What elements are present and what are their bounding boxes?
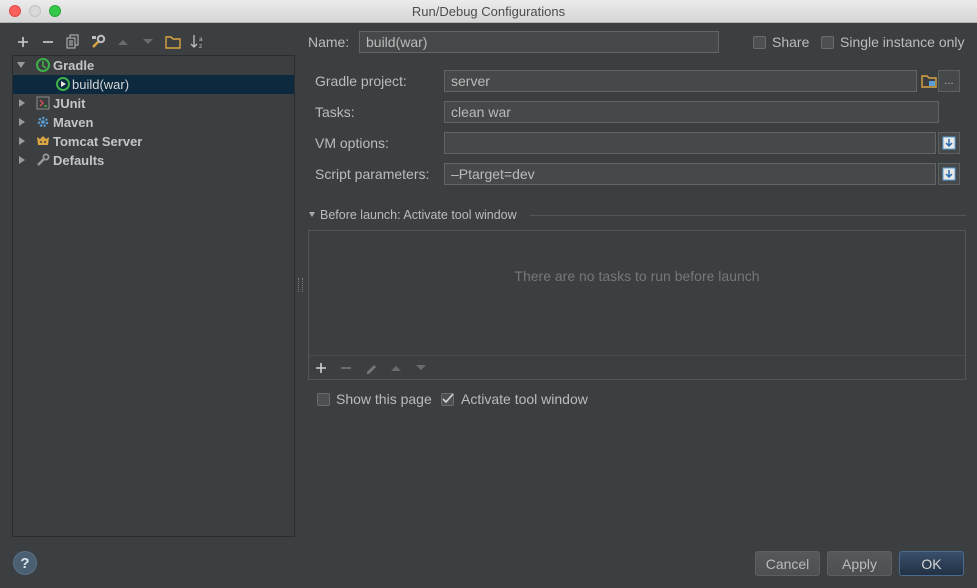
checkmark-icon (442, 393, 454, 404)
tree-item-gradle[interactable]: Gradle (13, 56, 294, 75)
expand-vm-options-icon[interactable] (938, 132, 960, 154)
single-instance-checkbox[interactable] (821, 36, 834, 49)
script-parameters-field[interactable]: –Ptarget=dev (444, 163, 936, 185)
sort-icon[interactable]: az (189, 33, 207, 51)
remove-icon[interactable] (39, 33, 57, 51)
move-task-down-icon[interactable] (412, 359, 430, 377)
copy-icon[interactable] (64, 33, 82, 51)
add-task-icon[interactable] (312, 359, 330, 377)
activate-tool-window-checkbox[interactable] (441, 393, 454, 406)
ok-button[interactable]: OK (899, 551, 964, 576)
svg-text:z: z (199, 43, 202, 50)
tree-item-defaults[interactable]: Defaults (13, 151, 294, 170)
share-checkbox[interactable] (753, 36, 766, 49)
section-divider (530, 215, 966, 216)
activate-tool-window-label: Activate tool window (461, 391, 588, 407)
expand-script-parameters-icon[interactable] (938, 163, 960, 185)
select-project-folder-icon[interactable] (918, 70, 940, 92)
panel-splitter[interactable] (298, 278, 303, 292)
share-label: Share (772, 34, 810, 50)
browse-ellipsis-button[interactable]: ... (938, 70, 960, 92)
before-launch-title[interactable]: Before launch: Activate tool window (320, 208, 517, 222)
cancel-button[interactable]: Cancel (755, 551, 820, 576)
tasks-field[interactable]: clean war (444, 101, 939, 123)
collapsed-arrow-icon[interactable] (19, 99, 25, 107)
tomcat-icon (36, 134, 50, 148)
collapsed-arrow-icon[interactable] (19, 137, 25, 145)
tree-item-label: Gradle (53, 58, 95, 73)
tree-item-label: build(war) (72, 77, 130, 92)
collapsed-arrow-icon[interactable] (19, 118, 25, 126)
single-instance-label: Single instance only (840, 34, 965, 50)
expand-arrow-icon[interactable] (17, 62, 25, 68)
gradle-config-icon (56, 77, 70, 91)
remove-task-icon[interactable] (337, 359, 355, 377)
before-launch-toolbar (309, 355, 965, 379)
before-launch-tasks-panel: There are no tasks to run before launch (308, 230, 966, 380)
tree-item-junit[interactable]: JUnit (13, 94, 294, 113)
tree-item-label: JUnit (53, 96, 86, 111)
tree-item-build-war[interactable]: build(war) (13, 75, 294, 94)
tree-item-tomcat-server[interactable]: Tomcat Server (13, 132, 294, 151)
gradle-project-field[interactable]: server (444, 70, 917, 92)
title-bar: Run/Debug Configurations (0, 0, 977, 23)
help-button[interactable]: ? (13, 551, 37, 575)
add-icon[interactable] (14, 33, 32, 51)
move-up-icon[interactable] (114, 33, 132, 51)
configuration-tree: Gradle build(war) JUnit Maven Tomcat Ser… (12, 55, 295, 537)
vm-options-field[interactable] (444, 132, 936, 154)
junit-icon (36, 96, 50, 110)
gradle-project-label: Gradle project: (315, 73, 407, 89)
maven-icon (36, 115, 50, 129)
gradle-icon (36, 58, 50, 72)
apply-button[interactable]: Apply (827, 551, 892, 576)
tasks-label: Tasks: (315, 104, 355, 120)
tree-item-label: Tomcat Server (53, 134, 143, 149)
wrench-icon (36, 153, 50, 167)
folder-icon[interactable] (164, 33, 182, 51)
move-down-icon[interactable] (139, 33, 157, 51)
tree-item-label: Defaults (53, 153, 105, 168)
show-this-page-checkbox[interactable] (317, 393, 330, 406)
tree-item-label: Maven (53, 115, 94, 130)
empty-tasks-message: There are no tasks to run before launch (514, 268, 760, 284)
show-this-page-label: Show this page (336, 391, 432, 407)
collapse-arrow-icon[interactable] (309, 212, 315, 217)
name-field[interactable]: build(war) (359, 31, 719, 53)
edit-task-icon[interactable] (362, 359, 380, 377)
move-task-up-icon[interactable] (387, 359, 405, 377)
script-parameters-label: Script parameters: (315, 166, 430, 182)
tree-item-maven[interactable]: Maven (13, 113, 294, 132)
window-title: Run/Debug Configurations (411, 4, 566, 19)
collapsed-arrow-icon[interactable] (19, 156, 25, 164)
vm-options-label: VM options: (315, 135, 389, 151)
wrench-settings-icon[interactable] (89, 33, 107, 51)
svg-text:a: a (199, 36, 203, 43)
name-label: Name: (308, 34, 350, 50)
